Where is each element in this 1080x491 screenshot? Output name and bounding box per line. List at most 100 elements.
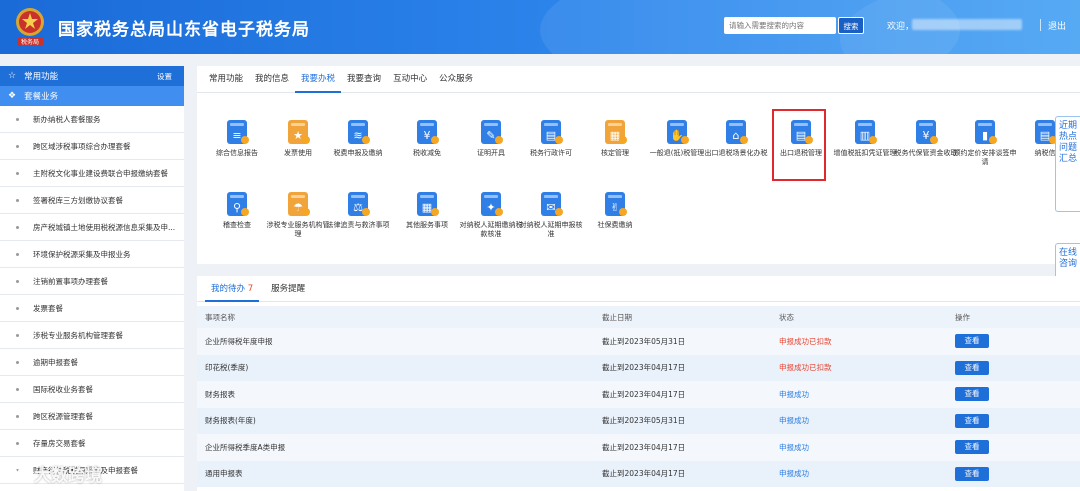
layers-icon: ❖ — [8, 91, 17, 101]
table-row: 财务报表 截止到2023年04月17日 申报成功 查看 — [197, 381, 1080, 408]
table-row: 企业所得税季度A类申报 截止到2023年04月17日 申报成功 查看 — [197, 434, 1080, 461]
tab-my-todo[interactable]: 我的待办 7 — [205, 276, 260, 302]
search-input[interactable] — [724, 17, 836, 34]
sidebar-item-label: 签署税库三方划缴协议套餐 — [33, 195, 123, 205]
report-icon: ≡ — [223, 118, 251, 146]
svg-text:▥: ▥ — [860, 129, 870, 142]
blurred-username — [912, 19, 1022, 30]
service-grid[interactable]: ▦ 其他服务事项 — [395, 190, 459, 230]
todo-status: 申报成功 — [779, 469, 809, 479]
tax-reduction-icon: ¥ — [413, 118, 441, 146]
bullet-icon — [16, 144, 19, 148]
logout-link[interactable]: 退出 — [1048, 19, 1066, 32]
sidebar-item[interactable]: 涉税专业服务机构管理套餐 — [0, 322, 184, 349]
sidebar-item-label: 注销前置事项办理套餐 — [33, 276, 108, 286]
service-report[interactable]: ≡ 综合信息报告 — [205, 118, 269, 158]
tax-emblem-icon: 税务局 — [16, 8, 44, 46]
grid-icon: ▦ — [413, 190, 441, 218]
view-button[interactable]: 查看 — [955, 360, 989, 375]
service-gavel[interactable]: ⚖ 法律追责与救济事项 — [326, 190, 390, 230]
service-deferral-declare[interactable]: ✉ 对纳税人延期申报核准 — [519, 190, 583, 239]
service-pricing[interactable]: ▮ 预约定价安排谈签申请 — [953, 118, 1017, 167]
service-vat-voucher[interactable]: ▥ 增值税抵扣凭证管理 — [833, 118, 897, 158]
bullet-icon — [16, 252, 19, 256]
svg-text:☂: ☂ — [293, 201, 303, 214]
tab-public-service[interactable]: 公众服务 — [433, 66, 479, 93]
sidebar-package-header[interactable]: ❖ 套餐业务 — [0, 86, 184, 106]
svg-text:⚲: ⚲ — [233, 201, 241, 214]
hot-issues-tab[interactable]: 近期热点问题汇总 — [1055, 116, 1080, 212]
view-button[interactable]: 查看 — [955, 334, 989, 349]
sidebar-item[interactable]: 签署税库三方划缴协议套餐 — [0, 187, 184, 214]
service-social-security[interactable]: ✌ 社保费缴纳 — [583, 190, 647, 230]
service-agency-icon: ☂ — [284, 190, 312, 218]
watermark: 大数跨境 — [6, 461, 102, 486]
view-button[interactable]: 查看 — [955, 413, 989, 428]
view-button[interactable]: 查看 — [955, 466, 989, 481]
tab-query[interactable]: 我要查询 — [341, 66, 387, 93]
tab-my-info[interactable]: 我的信息 — [249, 66, 295, 93]
service-export-scene[interactable]: ⌂ 出口退税场景化办税 — [704, 118, 768, 158]
service-service-agency[interactable]: ☂ 涉税专业服务机构管理 — [266, 190, 330, 239]
col-status: 状态 — [779, 312, 794, 322]
todo-status: 申报成功已扣款 — [779, 363, 832, 373]
sidebar-item[interactable]: 跨区税源管理套餐 — [0, 403, 184, 430]
tab-do-tax[interactable]: 我要办税 — [295, 66, 342, 93]
tab-interaction[interactable]: 互动中心 — [387, 66, 433, 93]
service-deferral-pay[interactable]: ✦ 对纳税人延期缴纳税款核准 — [459, 190, 523, 239]
bullet-icon — [16, 198, 19, 202]
sidebar-item[interactable]: 主附税文化事业建设费联合申报缴纳套餐 — [0, 160, 184, 187]
sidebar-item[interactable]: 新办纳税人套餐服务 — [0, 106, 184, 133]
view-button[interactable]: 查看 — [955, 387, 989, 402]
sidebar-item[interactable]: 跨区域涉税事项综合办理套餐 — [0, 133, 184, 160]
service-folder[interactable]: ▦ 核定管理 — [583, 118, 647, 158]
sidebar-settings-link[interactable]: 设置 — [157, 71, 172, 82]
top-header: 税务局 国家税务总局山东省电子税务局 搜索 欢迎， 退出 — [0, 0, 1080, 54]
declare-icon: ≋ — [344, 118, 372, 146]
site-title: 国家税务总局山东省电子税务局 — [58, 20, 310, 40]
todo-deadline: 截止到2023年05月31日 — [602, 336, 686, 346]
sidebar-item[interactable]: 房产税城镇土地使用税税源信息采集及申... — [0, 214, 184, 241]
sidebar-item[interactable]: 国际税收业务套餐 — [0, 376, 184, 403]
service-label: 法律追责与救济事项 — [326, 221, 390, 229]
service-custody-fund[interactable]: ¥ 税务代保管资金收取 — [894, 118, 958, 158]
tab-service-reminder[interactable]: 服务提醒 — [265, 276, 311, 302]
service-license[interactable]: ▤ 税务行政许可 — [519, 118, 583, 158]
service-tax-reduction[interactable]: ¥ 税收减免 — [395, 118, 459, 158]
service-invoice[interactable]: ★ 发票使用 — [266, 118, 330, 158]
service-declare[interactable]: ≋ 税费申报及缴纳 — [326, 118, 390, 158]
service-label: 核定管理 — [601, 149, 629, 157]
sidebar-item[interactable]: 逾期申报套餐 — [0, 349, 184, 376]
gavel-icon: ⚖ — [344, 190, 372, 218]
sidebar-item-label: 跨区税源管理套餐 — [33, 411, 93, 421]
view-button[interactable]: 查看 — [955, 440, 989, 455]
social-security-icon: ✌ — [601, 190, 629, 218]
sidebar-item[interactable]: 存量房交易套餐 — [0, 430, 184, 457]
welcome-text: 欢迎， — [887, 22, 915, 32]
service-refund[interactable]: ✋ 一般退(抵)税管理 — [645, 118, 709, 158]
todo-panel: 我的待办 7 服务提醒 事项名称 截止日期 状态 操作 企业所得税年度申报 截止到… — [197, 276, 1080, 491]
star-icon: ☆ — [8, 71, 17, 81]
service-label: 税务行政许可 — [530, 149, 572, 157]
todo-deadline: 截止到2023年04月17日 — [602, 363, 686, 373]
svg-text:¥: ¥ — [424, 129, 431, 142]
bullet-icon — [16, 117, 19, 121]
header-divider — [1040, 19, 1041, 31]
sidebar-common-label: 常用功能 — [24, 72, 59, 82]
service-label: 对纳税人延期缴纳税款核准 — [459, 221, 523, 238]
search-button[interactable]: 搜索 — [838, 17, 864, 34]
sidebar-item[interactable]: 注销前置事项办理套餐 — [0, 268, 184, 295]
sidebar-item-label: 国际税收业务套餐 — [33, 384, 93, 394]
tab-common-functions[interactable]: 常用功能 — [203, 66, 249, 93]
sidebar-item[interactable]: 环境保护税源采集及申报业务 — [0, 241, 184, 268]
todo-status: 申报成功 — [779, 416, 809, 426]
service-certificate[interactable]: ✎ 证明开具 — [459, 118, 523, 158]
todo-deadline: 截止到2023年04月17日 — [602, 442, 686, 452]
sidebar-item[interactable]: 发票套餐 — [0, 295, 184, 322]
service-inspection[interactable]: ⚲ 稽查检查 — [205, 190, 269, 230]
svg-text:≡: ≡ — [232, 129, 241, 142]
watermark-text: 大数跨境 — [34, 466, 102, 486]
svg-text:≋: ≋ — [353, 129, 362, 142]
sidebar-item-label: 跨区域涉税事项综合办理套餐 — [33, 141, 131, 151]
sidebar-common-functions[interactable]: ☆ 常用功能 设置 — [0, 66, 184, 86]
